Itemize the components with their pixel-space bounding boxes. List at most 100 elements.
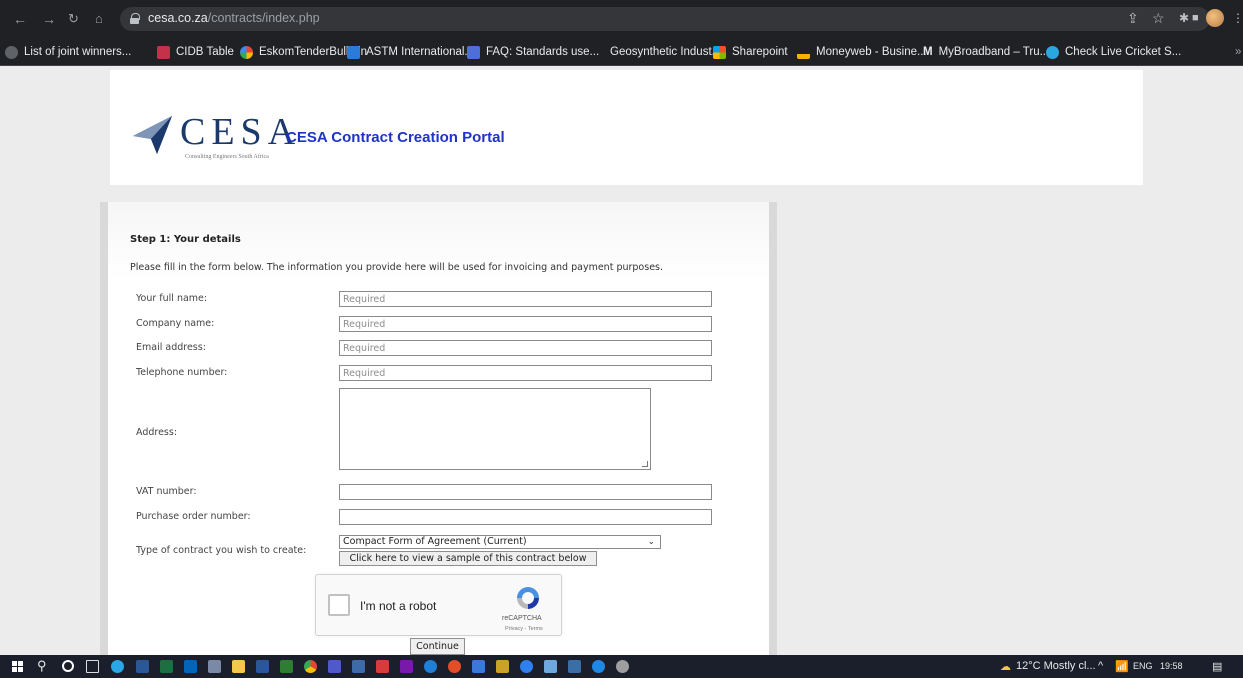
site-header: CESA Consulting Engineers South Africa C…	[110, 70, 1143, 185]
pdf-icon[interactable]	[376, 660, 389, 673]
bookmark-item[interactable]: Moneyweb - Busine...	[797, 44, 927, 60]
web-page: CESA Consulting Engineers South Africa C…	[0, 67, 1243, 655]
bookmark-item[interactable]: M MyBroadband – Tru...	[923, 44, 1049, 60]
address-label: Address:	[136, 427, 178, 438]
recaptcha-logo-icon	[517, 587, 539, 609]
search-icon[interactable]: ⚲	[37, 658, 47, 674]
profile-avatar[interactable]	[1206, 9, 1224, 27]
bookmark-item[interactable]: FAQ: Standards use...	[467, 44, 599, 60]
logo-text: CESA	[180, 111, 302, 153]
edge-icon[interactable]	[111, 660, 124, 673]
cortana-icon[interactable]	[62, 660, 74, 672]
weather-icon[interactable]: ☁	[1000, 660, 1011, 673]
purchase-order-input[interactable]	[339, 509, 712, 525]
url-text[interactable]: cesa.co.za/contracts/index.php	[148, 11, 320, 25]
eskom-icon	[240, 45, 253, 59]
cidb-icon	[157, 45, 170, 59]
browser-toolbar: ← → ↻ ⌂ cesa.co.za/contracts/index.php ⇪…	[0, 0, 1243, 38]
project-icon[interactable]	[280, 660, 293, 673]
continue-button[interactable]: Continue	[410, 638, 465, 655]
view-sample-button[interactable]: Click here to view a sample of this cont…	[339, 551, 597, 566]
details-form: Step 1: Your details Please fill in the …	[100, 202, 777, 655]
teams-icon[interactable]	[328, 660, 341, 673]
clock[interactable]: 19:58	[1160, 661, 1183, 671]
task-view-icon[interactable]	[86, 660, 99, 673]
recaptcha-widget: I'm not a robot reCAPTCHA Privacy - Term…	[315, 574, 562, 636]
recaptcha-terms-link[interactable]: Privacy - Terms	[505, 626, 543, 632]
astm-icon	[347, 45, 360, 59]
back-icon[interactable]: ←	[13, 11, 27, 27]
app-icon[interactable]	[544, 660, 557, 673]
outlook-icon[interactable]	[184, 660, 197, 673]
app-icon[interactable]	[568, 660, 581, 673]
step-title: Step 1: Your details	[130, 234, 241, 245]
chat-icon[interactable]	[424, 660, 437, 673]
notification-icon[interactable]: ▤	[1212, 660, 1222, 673]
form-intro: Please fill in the form below. The infor…	[130, 262, 664, 273]
tray-chevron-icon[interactable]: ^	[1098, 660, 1103, 672]
mybroadband-icon: M	[923, 46, 933, 58]
weather-text[interactable]: 12°C Mostly cl...	[1016, 660, 1096, 672]
globe-icon	[5, 45, 18, 59]
zoom-icon[interactable]	[520, 660, 533, 673]
bookmark-item[interactable]: Geosynthetic Indust...	[610, 44, 721, 60]
address-textarea[interactable]	[339, 388, 651, 470]
onenote-icon[interactable]	[400, 660, 413, 673]
app-icon[interactable]	[616, 660, 629, 673]
mail-icon[interactable]	[136, 660, 149, 673]
recaptcha-label: I'm not a robot	[360, 599, 437, 613]
recaptcha-checkbox[interactable]	[328, 594, 350, 616]
remote-desktop-icon[interactable]	[352, 660, 365, 673]
telephone-label: Telephone number:	[136, 367, 228, 378]
chrome-icon[interactable]	[304, 660, 317, 673]
contract-type-label: Type of contract you wish to create:	[136, 545, 307, 556]
company-name-label: Company name:	[136, 318, 215, 329]
reload-icon[interactable]: ↻	[68, 11, 79, 27]
form-header: Step 1: Your details Please fill in the …	[108, 202, 769, 280]
contract-type-select[interactable]: Compact Form of Agreement (Current) ⌄	[339, 535, 661, 549]
email-label: Email address:	[136, 342, 206, 353]
chevron-down-icon: ⌄	[647, 537, 655, 547]
cricket-icon	[1046, 45, 1059, 59]
extensions-icon[interactable]: ✱	[1179, 10, 1189, 26]
sidepanel-icon[interactable]: ■	[1192, 10, 1199, 26]
page-title: CESA Contract Creation Portal	[286, 129, 505, 146]
bookmarks-bar: List of joint winners... CIDB Table Esko…	[0, 38, 1243, 66]
onedrive-icon[interactable]	[592, 660, 605, 673]
menu-icon[interactable]: ⋮	[1232, 10, 1243, 26]
home-icon[interactable]: ⌂	[95, 11, 103, 27]
faq-icon	[467, 45, 480, 59]
file-explorer-icon[interactable]	[232, 660, 245, 673]
bookmark-item[interactable]: ASTM International...	[347, 44, 474, 60]
bookmark-item[interactable]: Sharepoint	[713, 44, 788, 60]
bookmark-star-icon[interactable]: ☆	[1152, 10, 1165, 26]
bookmark-item[interactable]: CIDB Table	[157, 44, 234, 60]
snipping-icon[interactable]	[472, 660, 485, 673]
cesa-logo-icon	[133, 116, 172, 154]
word-icon[interactable]	[256, 660, 269, 673]
full-name-label: Your full name:	[136, 293, 208, 304]
address-bar[interactable]: cesa.co.za/contracts/index.php	[120, 7, 1210, 31]
media-icon[interactable]	[448, 660, 461, 673]
purchase-order-label: Purchase order number:	[136, 511, 251, 522]
share-icon[interactable]: ⇪	[1127, 10, 1139, 26]
company-name-input[interactable]: Required	[339, 316, 712, 332]
excel-icon[interactable]	[160, 660, 173, 673]
full-name-input[interactable]: Required	[339, 291, 712, 307]
more-bookmarks-icon[interactable]: »	[1235, 44, 1241, 60]
vat-label: VAT number:	[136, 486, 197, 497]
bookmark-item[interactable]: List of joint winners...	[5, 44, 131, 60]
palm-icon[interactable]	[496, 660, 509, 673]
telephone-input[interactable]: Required	[339, 365, 712, 381]
sharepoint-icon	[713, 45, 726, 59]
language-indicator[interactable]: ENG	[1133, 661, 1153, 671]
bookmark-item[interactable]: Check Live Cricket S...	[1046, 44, 1181, 60]
network-icon[interactable]: 📶	[1115, 660, 1129, 673]
recaptcha-brand: reCAPTCHA	[502, 615, 542, 622]
calculator-icon[interactable]	[208, 660, 221, 673]
forward-icon[interactable]: →	[42, 11, 56, 27]
vat-input[interactable]	[339, 484, 712, 500]
email-input[interactable]: Required	[339, 340, 712, 356]
resize-grip-icon[interactable]	[642, 461, 648, 467]
windows-start-icon[interactable]	[12, 661, 23, 672]
